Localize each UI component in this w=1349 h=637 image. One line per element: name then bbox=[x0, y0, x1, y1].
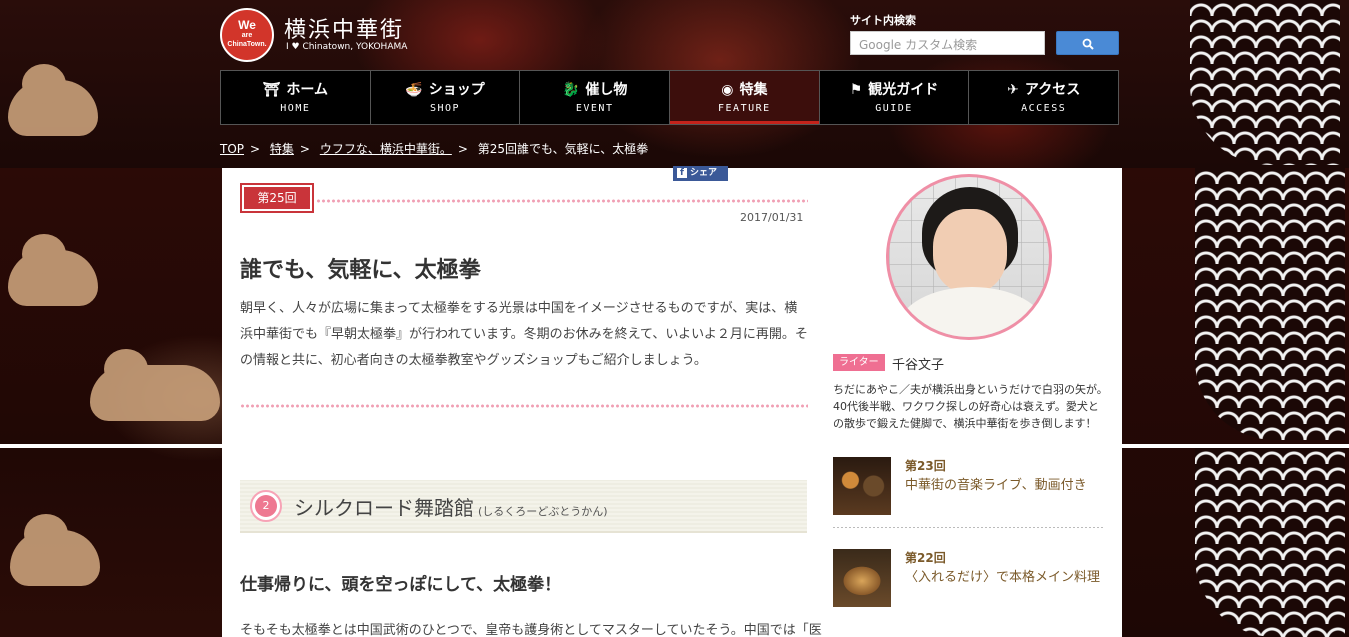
breadcrumb-series[interactable]: ウフフな、横浜中華街。 bbox=[320, 142, 452, 156]
search-label: サイト内検索 bbox=[850, 14, 916, 27]
related-title[interactable]: 〈入れるだけ〉で本格メイン料理 bbox=[905, 566, 1100, 585]
related-article[interactable]: 第22回 〈入れるだけ〉で本格メイン料理 bbox=[833, 549, 1105, 621]
main-nav: ⛩ ホーム HOME 🍜 ショップ SHOP 🐉 催し物 EVENT ◉ 特集 FEAT… bbox=[220, 70, 1119, 125]
nav-shop[interactable]: 🍜 ショップ SHOP bbox=[370, 71, 521, 124]
nav-event[interactable]: 🐉 催し物 EVENT bbox=[520, 71, 671, 124]
access-icon: ✈ bbox=[1007, 82, 1019, 98]
facebook-icon: f bbox=[677, 168, 687, 178]
dragon-scales-decoration bbox=[1195, 448, 1345, 637]
section-reading: (しるくろーどぶとうかん) bbox=[478, 505, 608, 518]
site-subtitle: I ♥ Chinatown, YOKOHAMA bbox=[286, 42, 408, 52]
section-heading: 2 シルクロード舞踏館 (しるくろーどぶとうかん) bbox=[240, 480, 807, 533]
torii-icon: ⛩ bbox=[262, 82, 281, 98]
site-header: We are ChinaTown. 横浜中華街 I ♥ Chinatown, Y… bbox=[220, 0, 1120, 70]
cloud-decoration bbox=[90, 349, 220, 421]
writer-tag: ライター bbox=[833, 354, 885, 371]
breadcrumb-feature[interactable]: 特集 bbox=[270, 142, 294, 156]
article-title: 誰でも、気軽に、太極拳 bbox=[240, 258, 481, 283]
breadcrumb: TOP > 特集 > ウフフな、横浜中華街。 > 第25回誰でも、気軽に、太極拳 bbox=[220, 142, 649, 156]
breadcrumb-top[interactable]: TOP bbox=[220, 142, 244, 156]
search-input[interactable]: Google カスタム検索 bbox=[850, 31, 1045, 55]
bowl-icon: 🍜 bbox=[405, 82, 423, 98]
nav-access[interactable]: ✈ アクセス ACCESS bbox=[969, 71, 1119, 124]
writer-name: 千谷文子 bbox=[892, 358, 945, 373]
nav-home[interactable]: ⛩ ホーム HOME bbox=[221, 71, 371, 124]
cloud-decoration bbox=[8, 64, 98, 136]
site-title[interactable]: 横浜中華街 bbox=[284, 12, 404, 44]
site-logo[interactable]: We are ChinaTown. bbox=[220, 8, 274, 62]
breadcrumb-current: 第25回誰でも、気軽に、太極拳 bbox=[477, 142, 649, 156]
related-thumbnail[interactable] bbox=[833, 457, 891, 515]
writer-avatar bbox=[886, 174, 1052, 340]
facebook-share-button[interactable]: f シェア bbox=[673, 166, 728, 181]
cloud-decoration bbox=[8, 234, 98, 306]
search-button[interactable] bbox=[1056, 31, 1119, 55]
dotted-divider bbox=[316, 199, 808, 203]
related-title[interactable]: 中華街の音楽ライブ、動画付き bbox=[905, 474, 1087, 493]
related-issue: 第22回 bbox=[905, 551, 946, 565]
section-number-badge: 2 bbox=[250, 490, 282, 522]
cloud-decoration bbox=[10, 514, 100, 586]
article-lead: 朝早く、人々が広場に集まって太極拳をする光景は中国をイメージさせるものですが、実… bbox=[240, 301, 808, 368]
issue-badge: 第25回 bbox=[240, 183, 314, 213]
dragon-icon: 🐉 bbox=[561, 82, 580, 98]
article-subheading: 仕事帰りに、頭を空っぽにして、太極拳！ bbox=[240, 575, 562, 595]
background-stripe bbox=[0, 444, 222, 448]
lantern-icon: ◉ bbox=[721, 82, 734, 98]
article-date: 2017/01/31 bbox=[740, 211, 804, 224]
related-thumbnail[interactable] bbox=[833, 549, 891, 607]
nav-guide[interactable]: ⚑ 観光ガイド GUIDE bbox=[819, 71, 970, 124]
dragon-scales-decoration bbox=[1190, 0, 1340, 165]
nav-feature[interactable]: ◉ 特集 FEATURE bbox=[670, 71, 820, 124]
dragon-scales-decoration bbox=[1195, 168, 1345, 440]
writer-bio: ちだにあやこ／夫が横浜出身というだけで白羽の矢が。40代後半戦、ワクワク探しの好… bbox=[833, 383, 1108, 430]
search-icon bbox=[1082, 38, 1094, 50]
dotted-divider bbox=[240, 404, 808, 408]
signpost-icon: ⚑ bbox=[849, 82, 863, 98]
related-article[interactable]: 第23回 中華街の音楽ライブ、動画付き bbox=[833, 457, 1105, 529]
related-issue: 第23回 bbox=[905, 459, 946, 473]
article-body: そもそも太極拳とは中国武術のひとつで、皇帝も護身術としてマスターしていたそう。中… bbox=[240, 623, 822, 637]
section-title: シルクロード舞踏館 bbox=[294, 496, 474, 520]
